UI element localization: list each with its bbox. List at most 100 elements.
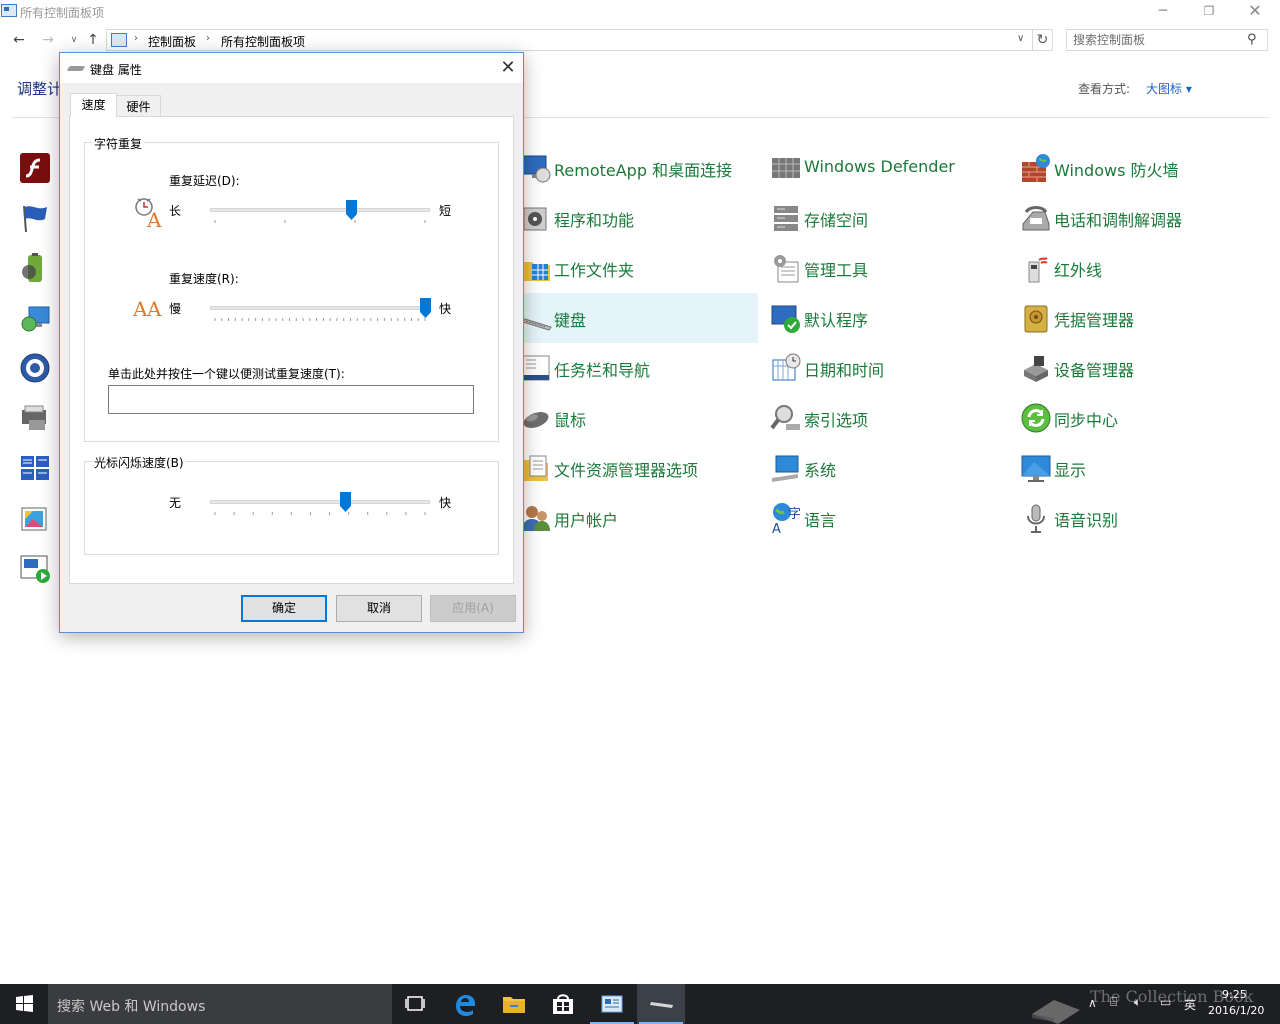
repeat-delay-min-label: 长: [169, 204, 182, 218]
ok-button[interactable]: 确定: [241, 595, 327, 622]
homegroup-icon[interactable]: [19, 452, 51, 484]
address-bar[interactable]: › 控制面板 › 所有控制面板项 ∨: [106, 29, 1033, 51]
taskbar-search-box[interactable]: 搜索 Web 和 Windows: [48, 984, 392, 1024]
battery-icon[interactable]: [19, 252, 51, 284]
cp-item-indexing-options[interactable]: 索引选项: [762, 393, 1008, 443]
display-icon: [1021, 455, 1051, 482]
cursor-blink-slider[interactable]: [210, 490, 430, 516]
cp-item-credential-manager[interactable]: 凭据管理器: [1012, 293, 1258, 343]
cp-item-programs-features[interactable]: 程序和功能: [512, 193, 758, 243]
cp-item-taskbar-navigation[interactable]: 任务栏和导航: [512, 343, 758, 393]
cp-item-remoteapp[interactable]: RemoteApp 和桌面连接: [512, 143, 758, 193]
cp-item-admin-tools[interactable]: 管理工具: [762, 243, 1008, 293]
store-icon[interactable]: [539, 984, 587, 1024]
cp-item-sync-center[interactable]: 同步中心: [1012, 393, 1258, 443]
system-icon: [772, 455, 799, 482]
cp-item-user-accounts[interactable]: 用户帐户: [512, 493, 758, 543]
cp-item-device-manager[interactable]: 设备管理器: [1012, 343, 1258, 393]
test-repeat-input[interactable]: [108, 385, 474, 414]
repeat-rate-min-label: 慢: [169, 302, 182, 316]
mouse-icon: [523, 412, 549, 428]
view-by-dropdown[interactable]: 大图标 ▾: [1146, 80, 1192, 97]
dialog-title: 键盘 属性: [90, 63, 142, 77]
user-accounts-icon: [522, 506, 550, 531]
blink-max-label: 快: [439, 496, 452, 510]
cp-item-date-time[interactable]: 日期和时间: [762, 343, 1008, 393]
device-manager-icon: [1024, 356, 1048, 382]
task-view-icon[interactable]: [392, 984, 440, 1024]
clock-date[interactable]: 2016/1/20: [1208, 1004, 1264, 1017]
flash-icon[interactable]: [19, 152, 51, 184]
cp-item-label: 索引选项: [804, 411, 869, 430]
default-programs-icon: [771, 305, 800, 333]
cp-item-default-programs[interactable]: 默认程序: [762, 293, 1008, 343]
flag-icon[interactable]: [19, 202, 51, 234]
search-input[interactable]: [1073, 32, 1241, 48]
slider-thumb[interactable]: [346, 200, 357, 220]
breadcrumb-control-panel[interactable]: 控制面板: [148, 33, 196, 50]
window-title: 所有控制面板项: [20, 6, 105, 20]
cp-item-work-folders[interactable]: 工作文件夹: [512, 243, 758, 293]
taskbar-keyboard-properties[interactable]: [637, 984, 685, 1024]
cp-item-mouse[interactable]: 鼠标: [512, 393, 758, 443]
minimize-button[interactable]: ─: [1140, 0, 1186, 22]
edge-browser-icon[interactable]: [441, 984, 489, 1024]
input-method-indicator[interactable]: 英: [1184, 996, 1196, 1024]
breadcrumb-all-items[interactable]: 所有控制面板项: [221, 33, 305, 50]
dialog-titlebar[interactable]: 键盘 属性 ✕: [60, 53, 523, 83]
up-arrow-icon[interactable]: ↑: [83, 30, 103, 50]
clock-time[interactable]: 9:25: [1222, 988, 1247, 1001]
forward-arrow-icon[interactable]: →: [38, 30, 58, 50]
group-title-cursor-blink: 光标闪烁速度(B): [92, 454, 186, 471]
cancel-button[interactable]: 取消: [336, 595, 422, 622]
cp-item-system[interactable]: 系统: [762, 443, 1008, 493]
back-arrow-icon[interactable]: ←: [9, 30, 29, 50]
close-button[interactable]: ✕: [1232, 0, 1278, 22]
cp-item-infrared[interactable]: 红外线: [1012, 243, 1258, 293]
restore-button[interactable]: ❐: [1186, 0, 1232, 22]
cp-item-label: Windows Defender: [804, 157, 955, 176]
search-icon[interactable]: ⚲: [1247, 32, 1257, 47]
tab-hardware[interactable]: 硬件: [117, 95, 161, 117]
windows-start-icon[interactable]: [0, 984, 48, 1024]
cp-item-label: Windows 防火墙: [1054, 161, 1179, 180]
address-dropdown-icon[interactable]: ∨: [1017, 33, 1024, 44]
action-center-icon[interactable]: ▭: [1160, 995, 1171, 1024]
volume-icon[interactable]: 🔈︎: [1134, 995, 1141, 1024]
file-explorer-icon[interactable]: [490, 984, 538, 1024]
cp-item-windows-firewall[interactable]: Windows 防火墙: [1012, 143, 1258, 193]
cp-item-keyboard[interactable]: 键盘: [512, 293, 758, 343]
autoplay-icon[interactable]: [19, 552, 51, 584]
groupbox-cursor-blink: 光标闪烁速度(B) 无 快: [84, 454, 499, 555]
show-hidden-icons-icon[interactable]: ∧: [1088, 996, 1097, 1024]
breadcrumb-separator-icon[interactable]: ›: [206, 33, 210, 44]
slider-thumb[interactable]: [419, 298, 431, 318]
recent-locations-chevron-icon[interactable]: ∨: [64, 30, 84, 50]
slider-track: [210, 306, 430, 310]
cp-item-display[interactable]: 显示: [1012, 443, 1258, 493]
refresh-icon[interactable]: ↻: [1033, 29, 1053, 51]
network-icon[interactable]: ⌸: [1110, 995, 1117, 1024]
slider-thumb[interactable]: [339, 492, 351, 512]
taskbar-control-panel[interactable]: [588, 984, 636, 1024]
apply-button[interactable]: 应用(A): [430, 595, 516, 622]
search-box[interactable]: ⚲: [1066, 29, 1268, 51]
cp-item-speech-recognition[interactable]: 语音识别: [1012, 493, 1258, 543]
tab-speed[interactable]: 速度: [70, 93, 117, 117]
cp-item-storage-spaces[interactable]: 存储空间: [762, 193, 1008, 243]
repeat-rate-slider[interactable]: [210, 296, 431, 322]
cp-item-label: 同步中心: [1054, 411, 1119, 430]
color-management-icon[interactable]: [19, 502, 51, 534]
cp-item-phone-modem[interactable]: 电话和调制解调器: [1012, 193, 1258, 243]
backup-icon[interactable]: [19, 302, 51, 334]
dialog-close-icon[interactable]: ✕: [496, 56, 520, 80]
repeat-delay-slider[interactable]: [210, 198, 430, 224]
cp-item-file-explorer-options[interactable]: 文件资源管理器选项: [512, 443, 758, 493]
ease-of-access-icon[interactable]: [19, 352, 51, 384]
cp-item-language[interactable]: 字A 语言: [762, 493, 1008, 543]
fonts-icon[interactable]: [19, 402, 51, 434]
microphone-icon: [1027, 504, 1045, 533]
work-folders-icon: [522, 262, 550, 281]
breadcrumb-separator-icon[interactable]: ›: [134, 33, 138, 44]
cp-item-windows-defender[interactable]: Windows Defender: [762, 143, 1008, 193]
